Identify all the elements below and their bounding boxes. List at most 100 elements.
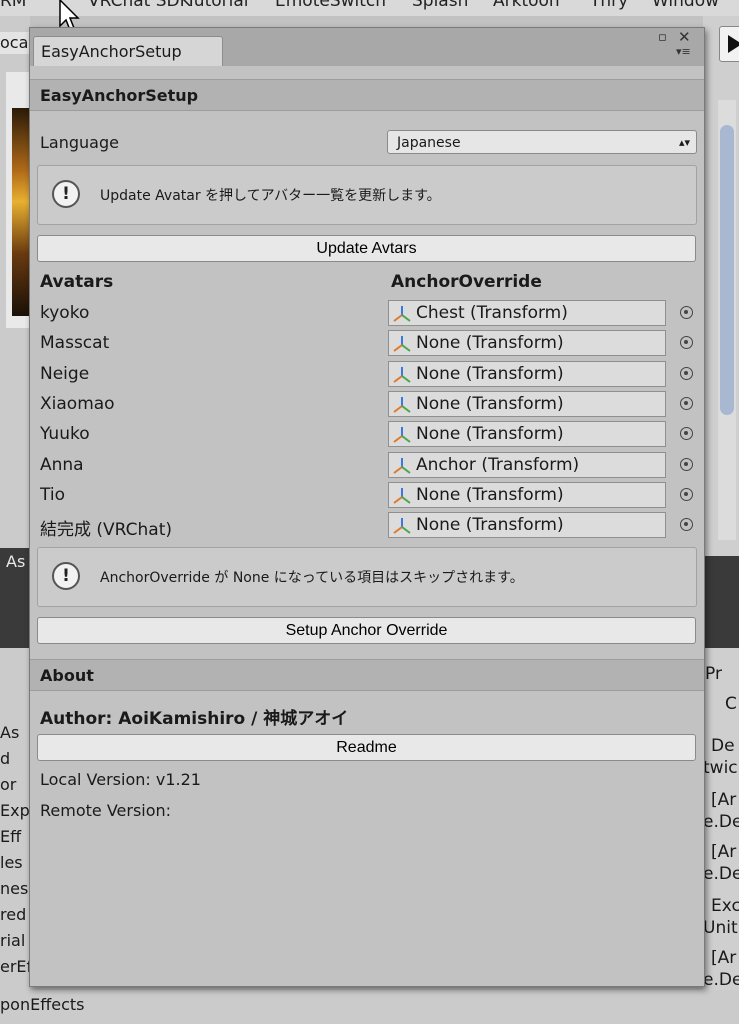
menu-item[interactable]: RM [0,0,26,11]
list-item[interactable]: De [711,736,739,756]
list-item[interactable]: As [0,720,30,746]
close-icon[interactable]: ✕ [678,28,691,46]
list-item[interactable]: Eff [0,824,30,850]
transform-icon [393,518,411,534]
window-tab[interactable]: EasyAnchorSetup [33,36,223,66]
menu-item[interactable]: Arktoon [493,0,560,11]
info-icon: ! [52,562,80,590]
object-picker-icon[interactable] [680,306,693,319]
anchor-override-value: None (Transform) [416,393,564,414]
list-item[interactable]: Exc [711,896,739,916]
menu-item[interactable]: Thry [590,0,628,11]
transform-icon [393,366,411,383]
avatar-name: 結完成 (VRChat) [40,520,172,541]
list-item[interactable]: nes [0,876,30,902]
transform-icon [393,396,411,413]
help-box: ! Update Avatar を押してアバター一覧を更新します。 [37,165,697,225]
background-left-list: As d or Expl Eff les nes red rial erEf [0,720,30,980]
transform-icon [393,427,411,443]
object-picker-icon[interactable] [680,427,693,441]
object-picker-icon[interactable] [680,487,693,501]
avatar-name: Anna [40,454,84,475]
transform-icon [393,487,411,504]
object-picker-icon[interactable] [680,336,693,350]
object-picker-icon[interactable] [680,366,693,380]
object-picker-icon[interactable] [680,457,693,471]
list-item[interactable]: e.De [703,864,739,884]
readme-button[interactable]: Readme [37,734,696,761]
anchor-override-value: None (Transform) [416,515,564,536]
avatars-column-header: Avatars [40,272,114,292]
background-bottom-text[interactable]: ponEffects [0,995,84,1014]
menu-item[interactable]: VRChat SDK [88,0,191,11]
anchor-override-field[interactable]: None (Transform) [388,390,666,417]
anchor-override-field[interactable]: Anchor (Transform) [388,451,666,478]
background-preview-image [12,108,30,316]
play-icon[interactable] [719,26,739,62]
avatar-name: Neige [40,363,90,384]
update-avatars-button[interactable]: Update Avtars [37,235,696,262]
help-text: Update Avatar を押してアバター一覧を更新します。 [100,188,441,204]
menu-item[interactable]: EmoteSwitch [275,0,386,11]
maximize-icon[interactable]: ▫ [658,30,667,45]
anchor-override-field[interactable]: None (Transform) [388,360,666,387]
author-label: Author: AoiKamishiro / 神城アオイ [40,709,349,729]
anchor-override-value: Anchor (Transform) [416,454,580,475]
remote-version: Remote Version: [40,801,172,820]
background-right-dark-panel [703,556,739,648]
avatar-name: Yuuko [40,424,90,445]
list-item[interactable]: Unit [703,918,739,938]
setup-anchor-override-button[interactable]: Setup Anchor Override [37,617,696,644]
anchor-override-value: Chest (Transform) [416,303,568,323]
anchor-override-field[interactable]: Chest (Transform) [388,300,666,326]
menu-item[interactable]: Tutorial [186,0,249,11]
list-item[interactable]: d [0,746,30,772]
anchor-override-field[interactable]: None (Transform) [388,330,666,357]
anchor-override-field[interactable]: None (Transform) [388,481,666,508]
list-item[interactable]: [Ar [711,790,739,810]
list-item[interactable]: twic [703,758,739,778]
local-version: Local Version: v1.21 [40,770,201,789]
list-item[interactable]: C [725,694,739,714]
background-bottom-panel [0,990,739,1024]
menu-icon[interactable]: ▾≡ [676,45,691,58]
anchor-override-value: None (Transform) [416,424,564,445]
list-item[interactable]: Expl [0,798,30,824]
easy-anchor-setup-window: EasyAnchorSetup ▫ ✕ ▾≡ EasyAnchorSetup L… [29,27,705,987]
list-item[interactable]: or [0,772,30,798]
anchor-override-column-header: AnchorOverride [391,272,542,292]
window-titlebar[interactable]: EasyAnchorSetup ▫ ✕ ▾≡ [30,28,704,66]
language-label: Language [40,133,119,152]
menu-bar: RM VRChat SDK Tutorial EmoteSwitch Splas… [0,0,739,16]
avatar-name: kyoko [40,303,90,323]
transform-icon [393,306,411,322]
language-dropdown[interactable]: Japanese ▴▾ [387,130,697,154]
list-item[interactable]: e.De [703,970,739,990]
anchor-override-value: None (Transform) [416,333,564,354]
language-value: Japanese [397,135,461,151]
scrollbar-thumb[interactable] [720,125,734,415]
anchor-override-field[interactable]: None (Transform) [388,421,666,448]
menu-item[interactable]: Splash [412,0,468,11]
avatar-name: Xiaomao [40,393,115,414]
dropdown-arrow-icon: ▴▾ [678,136,690,149]
list-item[interactable]: e.De [703,812,739,832]
list-item[interactable]: red [0,902,30,928]
menu-item[interactable]: Window [652,0,719,11]
anchor-override-field[interactable]: None (Transform) [388,512,666,539]
object-picker-icon[interactable] [680,518,693,532]
list-item[interactable]: erEf [0,954,30,980]
list-item[interactable]: Pr [705,664,739,684]
avatar-name: Tio [40,484,65,505]
section-header: EasyAnchorSetup [30,79,704,111]
help-box: ! AnchorOverride が None になっている項目はスキップされま… [37,547,697,607]
anchor-override-value: None (Transform) [416,484,564,505]
info-icon: ! [52,180,80,208]
list-item[interactable]: [Ar [711,948,739,968]
list-item[interactable]: [Ar [711,842,739,862]
object-picker-icon[interactable] [680,396,693,410]
list-item[interactable]: rial [0,928,30,954]
list-item[interactable]: les [0,850,30,876]
anchor-override-value: None (Transform) [416,363,564,384]
background-tab[interactable]: ocal [0,32,30,54]
